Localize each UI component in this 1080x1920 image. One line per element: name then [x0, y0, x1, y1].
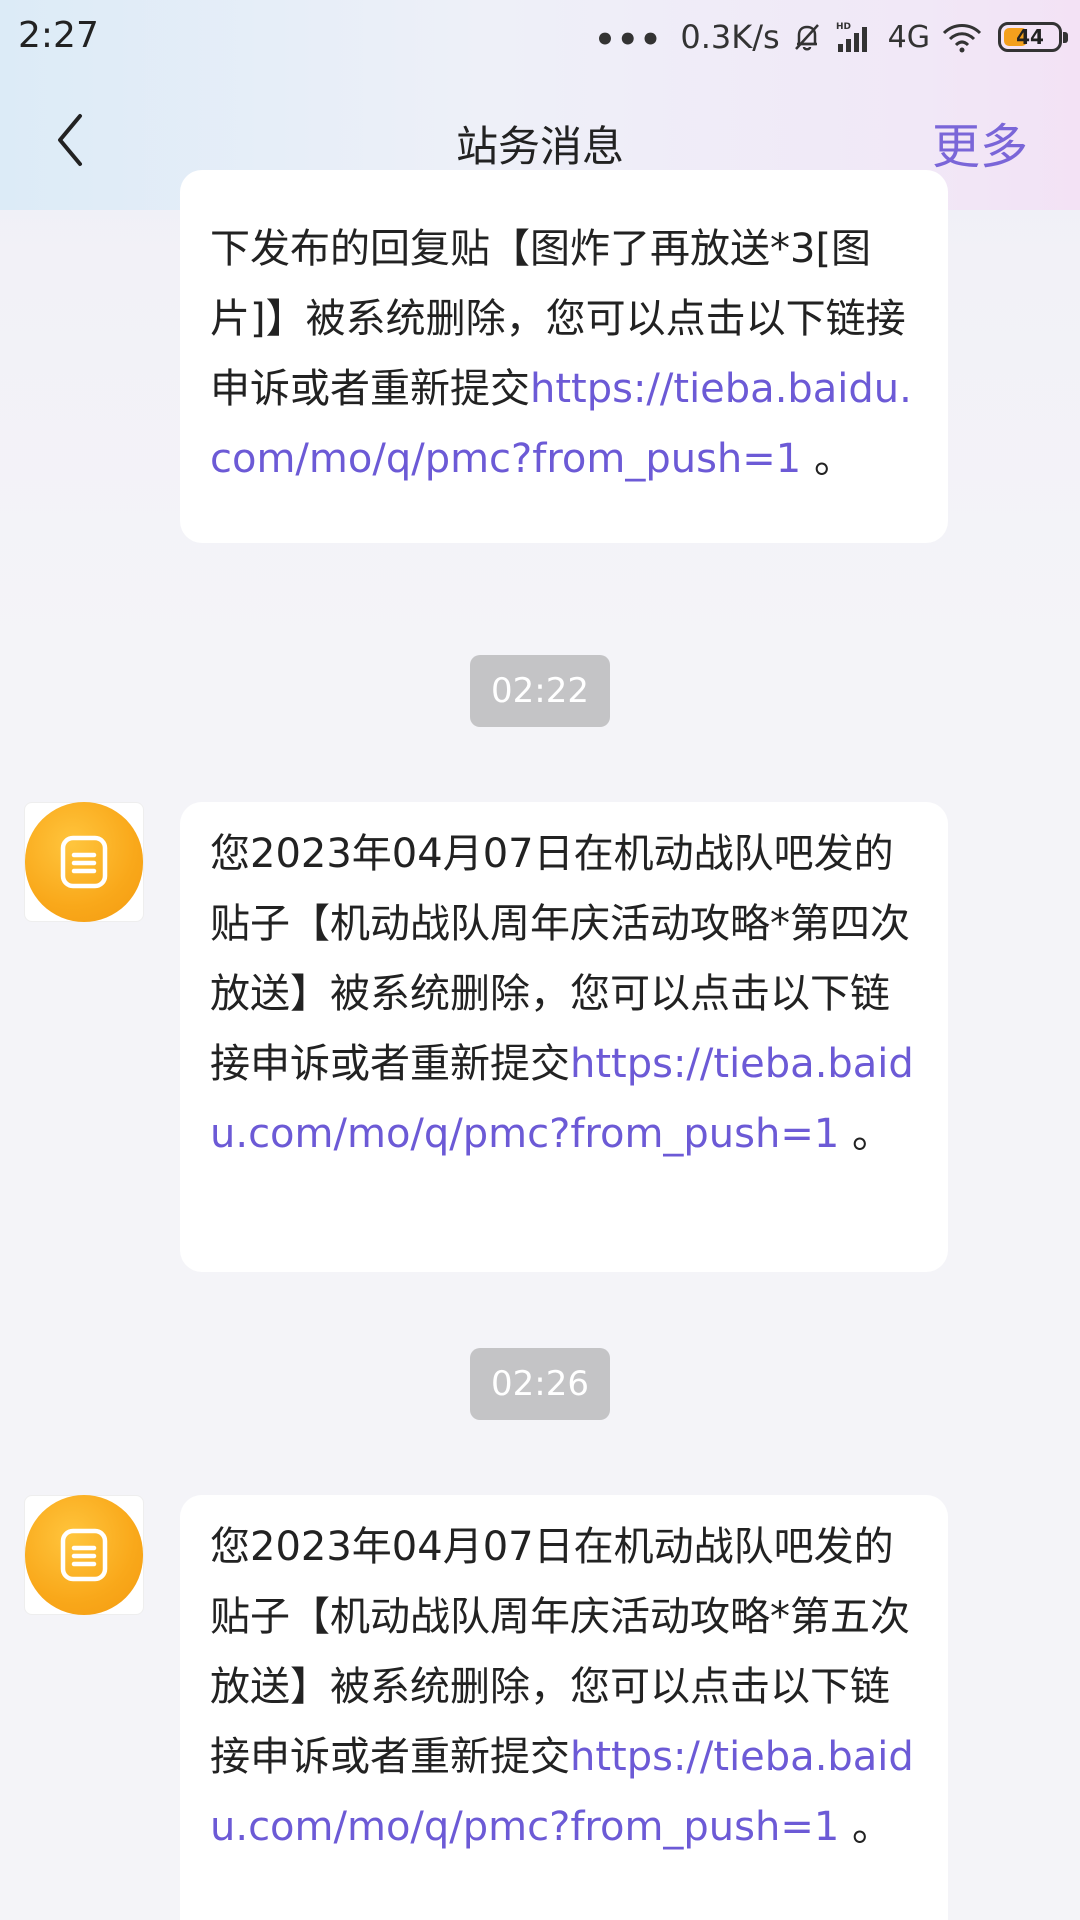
- more-button[interactable]: 更多: [932, 107, 1028, 177]
- network-type: 4G: [887, 19, 930, 55]
- message-bubble: 您2023年04月07日在机动战队吧发的贴子【机动战队周年庆活动攻略*第四次放送…: [180, 802, 948, 1272]
- network-speed: 0.3K/s: [680, 18, 780, 56]
- battery-cap: [1063, 32, 1068, 43]
- document-icon: [60, 1528, 108, 1582]
- message-end: 。: [839, 1804, 893, 1850]
- mute-bell-icon: [790, 20, 824, 54]
- message-bubble: 下发布的回复贴【图炸了再放送*3[图片]】被系统删除，您可以点击以下链接申诉或者…: [180, 170, 948, 543]
- status-time: 2:27: [18, 15, 99, 56]
- page-title: 站务消息: [455, 122, 624, 171]
- message-end: 。: [839, 1111, 893, 1157]
- avatar[interactable]: [24, 802, 144, 922]
- wifi-icon: [940, 20, 984, 54]
- message-bubble: 您2023年04月07日在机动战队吧发的贴子【机动战队周年庆活动攻略*第五次放送…: [180, 1495, 948, 1920]
- battery-indicator: 44: [998, 22, 1068, 52]
- timestamp-badge: 02:22: [470, 655, 610, 727]
- system-message-avatar: [25, 802, 143, 922]
- avatar[interactable]: [24, 1495, 144, 1615]
- status-icons: ••• 0.3K/s HD 4G 44: [594, 14, 1068, 60]
- battery-level: 44: [1016, 25, 1044, 49]
- app-root: 2:27 ••• 0.3K/s HD 4G 44 站务消息 更多 下发布的回复贴…: [0, 0, 1080, 1920]
- system-message-avatar: [25, 1495, 143, 1615]
- timestamp-badge: 02:26: [470, 1348, 610, 1420]
- signal-icon: HD: [834, 20, 878, 54]
- status-bar: 2:27 ••• 0.3K/s HD 4G 44: [0, 0, 1080, 75]
- document-icon: [60, 835, 108, 889]
- message-end: 。: [801, 436, 854, 482]
- more-notifications-icon: •••: [594, 20, 663, 60]
- svg-text:HD: HD: [836, 22, 851, 32]
